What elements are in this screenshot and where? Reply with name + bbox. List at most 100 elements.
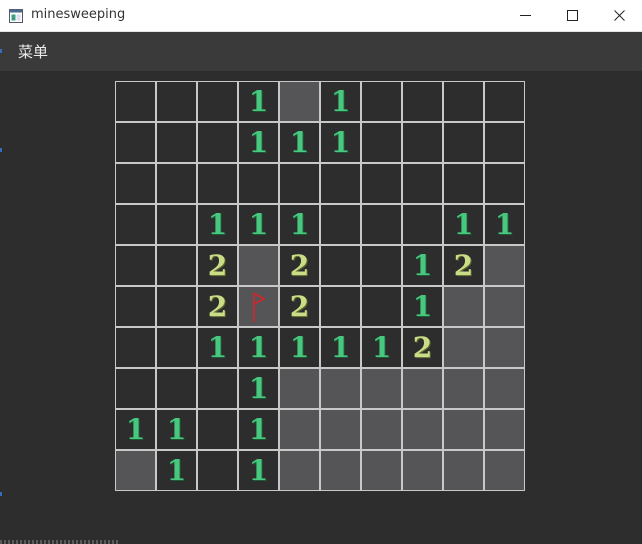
revealed-empty-cell[interactable] (402, 204, 443, 245)
unrevealed-cell[interactable] (238, 245, 279, 286)
revealed-empty-cell[interactable] (320, 163, 361, 204)
revealed-number-cell[interactable]: 2 (197, 286, 238, 327)
revealed-number-cell[interactable]: 1 (238, 327, 279, 368)
revealed-empty-cell[interactable] (197, 81, 238, 122)
revealed-empty-cell[interactable] (115, 204, 156, 245)
revealed-number-cell[interactable]: 1 (238, 204, 279, 245)
revealed-number-cell[interactable]: 1 (402, 286, 443, 327)
revealed-empty-cell[interactable] (443, 81, 484, 122)
revealed-number-cell[interactable]: 1 (279, 122, 320, 163)
unrevealed-cell[interactable] (320, 450, 361, 491)
revealed-empty-cell[interactable] (156, 122, 197, 163)
revealed-empty-cell[interactable] (197, 163, 238, 204)
unrevealed-cell[interactable] (484, 450, 525, 491)
revealed-number-cell[interactable]: 2 (197, 245, 238, 286)
revealed-number-cell[interactable]: 1 (238, 81, 279, 122)
revealed-empty-cell[interactable] (361, 163, 402, 204)
revealed-empty-cell[interactable] (361, 204, 402, 245)
close-button[interactable] (596, 0, 642, 31)
revealed-number-cell[interactable]: 1 (402, 245, 443, 286)
unrevealed-cell[interactable] (279, 368, 320, 409)
revealed-empty-cell[interactable] (156, 204, 197, 245)
unrevealed-cell[interactable] (402, 368, 443, 409)
title-bar[interactable]: minesweeping (0, 0, 642, 32)
revealed-empty-cell[interactable] (361, 245, 402, 286)
revealed-empty-cell[interactable] (484, 163, 525, 204)
revealed-empty-cell[interactable] (156, 163, 197, 204)
unrevealed-cell[interactable] (115, 450, 156, 491)
revealed-empty-cell[interactable] (402, 163, 443, 204)
unrevealed-cell[interactable] (443, 368, 484, 409)
unrevealed-cell[interactable] (484, 286, 525, 327)
unrevealed-cell[interactable] (402, 450, 443, 491)
revealed-empty-cell[interactable] (115, 286, 156, 327)
unrevealed-cell[interactable] (443, 450, 484, 491)
maximize-button[interactable] (549, 0, 595, 31)
revealed-number-cell[interactable]: 1 (320, 122, 361, 163)
revealed-empty-cell[interactable] (484, 81, 525, 122)
revealed-empty-cell[interactable] (361, 122, 402, 163)
revealed-number-cell[interactable]: 1 (156, 409, 197, 450)
revealed-empty-cell[interactable] (156, 286, 197, 327)
revealed-number-cell[interactable]: 1 (320, 327, 361, 368)
revealed-empty-cell[interactable] (320, 204, 361, 245)
revealed-empty-cell[interactable] (443, 122, 484, 163)
revealed-empty-cell[interactable] (320, 245, 361, 286)
revealed-number-cell[interactable]: 1 (279, 327, 320, 368)
revealed-empty-cell[interactable] (320, 286, 361, 327)
revealed-number-cell[interactable]: 1 (238, 122, 279, 163)
unrevealed-cell[interactable] (484, 245, 525, 286)
revealed-empty-cell[interactable] (115, 122, 156, 163)
revealed-empty-cell[interactable] (361, 286, 402, 327)
revealed-empty-cell[interactable] (402, 122, 443, 163)
unrevealed-cell[interactable] (443, 286, 484, 327)
revealed-number-cell[interactable]: 2 (279, 286, 320, 327)
unrevealed-cell[interactable] (279, 450, 320, 491)
revealed-empty-cell[interactable] (115, 245, 156, 286)
revealed-empty-cell[interactable] (115, 327, 156, 368)
revealed-empty-cell[interactable] (156, 245, 197, 286)
revealed-empty-cell[interactable] (115, 163, 156, 204)
revealed-number-cell[interactable]: 1 (279, 204, 320, 245)
revealed-empty-cell[interactable] (197, 122, 238, 163)
revealed-number-cell[interactable]: 1 (156, 450, 197, 491)
revealed-number-cell[interactable]: 1 (197, 327, 238, 368)
revealed-number-cell[interactable]: 1 (361, 327, 402, 368)
revealed-empty-cell[interactable] (115, 81, 156, 122)
revealed-empty-cell[interactable] (156, 81, 197, 122)
revealed-number-cell[interactable]: 1 (484, 204, 525, 245)
revealed-empty-cell[interactable] (197, 409, 238, 450)
revealed-number-cell[interactable]: 1 (320, 81, 361, 122)
unrevealed-cell[interactable] (443, 409, 484, 450)
unrevealed-cell[interactable] (484, 327, 525, 368)
revealed-number-cell[interactable]: 1 (238, 450, 279, 491)
flagged-cell[interactable] (238, 286, 279, 327)
unrevealed-cell[interactable] (279, 409, 320, 450)
revealed-empty-cell[interactable] (197, 368, 238, 409)
revealed-empty-cell[interactable] (156, 368, 197, 409)
revealed-number-cell[interactable]: 2 (279, 245, 320, 286)
unrevealed-cell[interactable] (402, 409, 443, 450)
revealed-number-cell[interactable]: 2 (402, 327, 443, 368)
unrevealed-cell[interactable] (484, 409, 525, 450)
revealed-empty-cell[interactable] (279, 163, 320, 204)
revealed-number-cell[interactable]: 1 (238, 409, 279, 450)
revealed-empty-cell[interactable] (443, 163, 484, 204)
unrevealed-cell[interactable] (484, 368, 525, 409)
revealed-empty-cell[interactable] (197, 450, 238, 491)
unrevealed-cell[interactable] (361, 450, 402, 491)
unrevealed-cell[interactable] (443, 327, 484, 368)
revealed-empty-cell[interactable] (402, 81, 443, 122)
revealed-empty-cell[interactable] (156, 327, 197, 368)
menu-button[interactable]: 菜单 (18, 41, 48, 62)
unrevealed-cell[interactable] (320, 368, 361, 409)
unrevealed-cell[interactable] (320, 409, 361, 450)
revealed-number-cell[interactable]: 2 (443, 245, 484, 286)
unrevealed-cell[interactable] (361, 409, 402, 450)
revealed-empty-cell[interactable] (115, 368, 156, 409)
revealed-empty-cell[interactable] (238, 163, 279, 204)
revealed-number-cell[interactable]: 1 (238, 368, 279, 409)
unrevealed-cell[interactable] (279, 81, 320, 122)
revealed-empty-cell[interactable] (484, 122, 525, 163)
revealed-empty-cell[interactable] (361, 81, 402, 122)
